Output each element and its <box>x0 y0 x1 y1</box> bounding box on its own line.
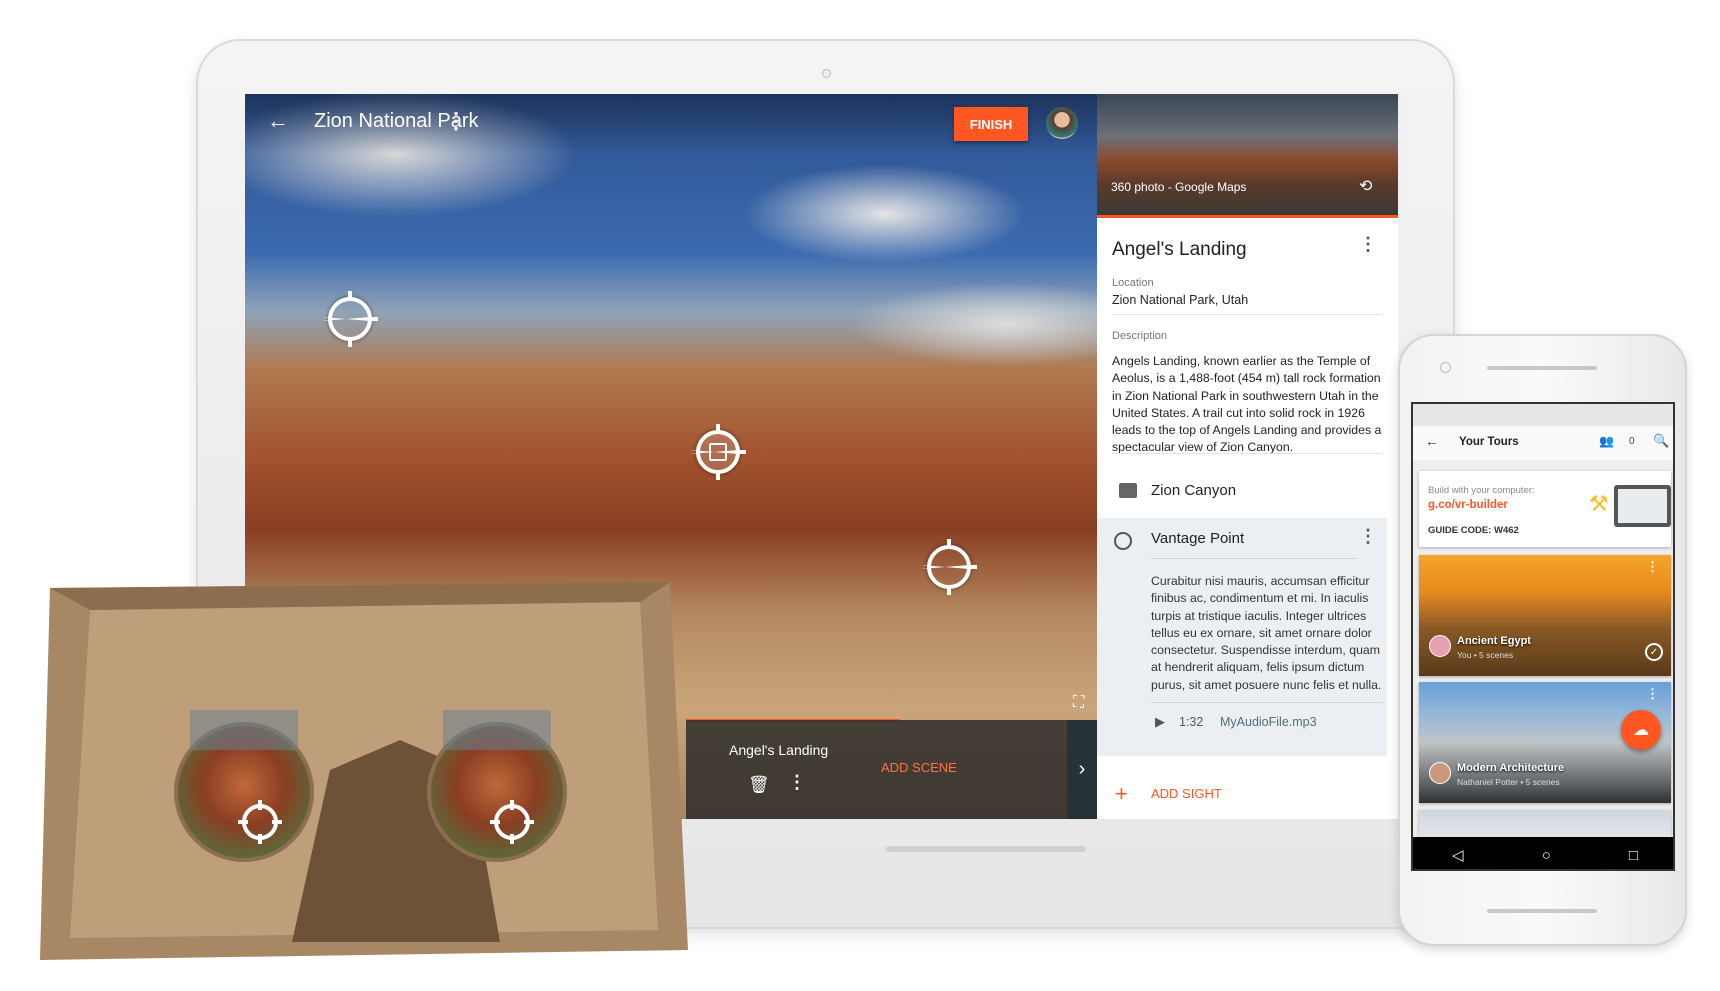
tour-title: Modern Architecture <box>1457 762 1565 774</box>
fullscreen-icon[interactable]: ⛶ <box>1073 694 1084 712</box>
tour-author: Nathaniel Potter <box>1457 777 1518 787</box>
plus-icon[interactable]: + <box>1115 781 1128 807</box>
scene-name: Angel's Landing <box>1112 239 1247 260</box>
divider <box>1151 558 1356 559</box>
build-card: Build with your computer: g.co/vr-builde… <box>1419 471 1671 547</box>
divider <box>1151 702 1383 703</box>
people-count: 0 <box>1629 436 1635 447</box>
cardboard-viewer-illustration <box>40 582 688 960</box>
add-sight-button[interactable]: ADD SIGHT <box>1151 786 1222 801</box>
photo-thumbnail[interactable]: 360 photo - Google Maps ⟲ <box>1097 94 1398 218</box>
add-scene-button[interactable]: ADD SCENE <box>881 760 957 775</box>
image-icon <box>1119 483 1137 498</box>
scene-strip: Angel's Landing 🗑 ⋮ ADD SCENE › <box>686 720 1097 819</box>
finish-button[interactable]: FINISH <box>954 107 1028 141</box>
people-icon[interactable]: 👥 <box>1599 434 1614 448</box>
tour-scenes: • 5 scenes <box>1520 777 1560 787</box>
tour-card[interactable]: ⋮ Ancient Egypt You • 5 scenes ✓ <box>1419 555 1671 676</box>
phone-camera <box>1440 362 1451 373</box>
more-vert-icon[interactable]: ⋮ <box>1359 234 1377 255</box>
sight-name[interactable]: Zion Canyon <box>1151 482 1236 499</box>
tour-author: You <box>1457 650 1472 660</box>
phone-speaker <box>1487 909 1597 913</box>
tour-meta: Nathaniel Potter • 5 scenes <box>1457 777 1560 787</box>
avatar[interactable] <box>1046 107 1078 139</box>
guide-code: GUIDE CODE: W462 <box>1428 525 1519 536</box>
tour-scenes: • 5 scenes <box>1473 650 1514 660</box>
thumbnail-label: 360 photo - Google Maps <box>1111 180 1247 194</box>
status-bar <box>1413 404 1673 426</box>
tour-title: Ancient Egypt <box>1457 635 1531 647</box>
nav-home-icon[interactable]: ○ <box>1542 847 1551 864</box>
app-bar: ← Your Tours 👥 0 🔍 <box>1413 426 1673 460</box>
scene-title: Angel's Landing <box>729 742 829 758</box>
more-vert-icon[interactable]: ⋮ <box>1359 526 1377 547</box>
avatar <box>1429 635 1451 657</box>
phone-speaker <box>1487 366 1597 370</box>
sight-name: Vantage Point <box>1151 530 1245 547</box>
tour-meta: You • 5 scenes <box>1457 650 1513 660</box>
location-value[interactable]: Zion National Park, Utah <box>1112 293 1248 307</box>
build-label: Build with your computer: <box>1428 485 1535 496</box>
back-arrow-icon[interactable]: ← <box>267 108 289 134</box>
hotspot-image-icon[interactable] <box>696 430 740 474</box>
sight-item-expanded[interactable]: Vantage Point ⋮ Curabitur nisi mauris, a… <box>1097 518 1387 756</box>
nav-bar: ◁ ○ □ <box>1413 837 1673 869</box>
more-vert-icon[interactable]: ⋮ <box>1646 559 1659 575</box>
laptop-camera <box>822 69 831 78</box>
audio-file-name[interactable]: MyAudioFile.mp3 <box>1220 715 1317 729</box>
divider <box>1112 314 1382 315</box>
laptop-illustration <box>1614 485 1671 527</box>
hotspot-target-icon[interactable] <box>328 297 372 341</box>
description-text[interactable]: Angels Landing, known earlier as the Tem… <box>1112 353 1387 457</box>
builder-link[interactable]: g.co/vr-builder <box>1428 499 1508 511</box>
more-vert-icon[interactable]: ⋮ <box>1646 686 1659 702</box>
tools-icon: ⚒ <box>1589 491 1609 516</box>
sight-description[interactable]: Curabitur nisi mauris, accumsan efficitu… <box>1151 573 1383 694</box>
more-vert-icon[interactable]: ⋮ <box>445 108 467 134</box>
tour-card[interactable] <box>1419 810 1671 840</box>
app-title: Your Tours <box>1459 436 1519 448</box>
location-label: Location <box>1112 277 1154 289</box>
target-icon <box>1114 532 1132 550</box>
nav-back-icon[interactable]: ◁ <box>1452 846 1464 864</box>
nav-recents-icon[interactable]: □ <box>1629 847 1638 864</box>
cloud-download-icon[interactable]: ☁ <box>1621 710 1661 750</box>
more-vert-icon[interactable]: ⋮ <box>788 772 806 793</box>
rotate-360-icon[interactable]: ⟲ <box>1359 176 1372 196</box>
hotspot-target-icon[interactable] <box>927 545 971 589</box>
chevron-right-icon[interactable]: › <box>1067 720 1097 819</box>
divider <box>1112 453 1382 454</box>
description-label: Description <box>1112 330 1168 342</box>
phone-screen: ← Your Tours 👥 0 🔍 Build with your compu… <box>1411 402 1675 871</box>
delete-icon[interactable]: 🗑 <box>748 775 770 795</box>
back-arrow-icon[interactable]: ← <box>1425 433 1439 449</box>
check-circle-icon[interactable]: ✓ <box>1645 643 1663 661</box>
play-icon[interactable]: ▶ <box>1155 714 1165 730</box>
avatar <box>1429 762 1451 784</box>
audio-duration: 1:32 <box>1179 715 1204 729</box>
search-icon[interactable]: 🔍 <box>1653 433 1669 449</box>
scene-details-panel: 360 photo - Google Maps ⟲ Angel's Landin… <box>1097 94 1398 819</box>
